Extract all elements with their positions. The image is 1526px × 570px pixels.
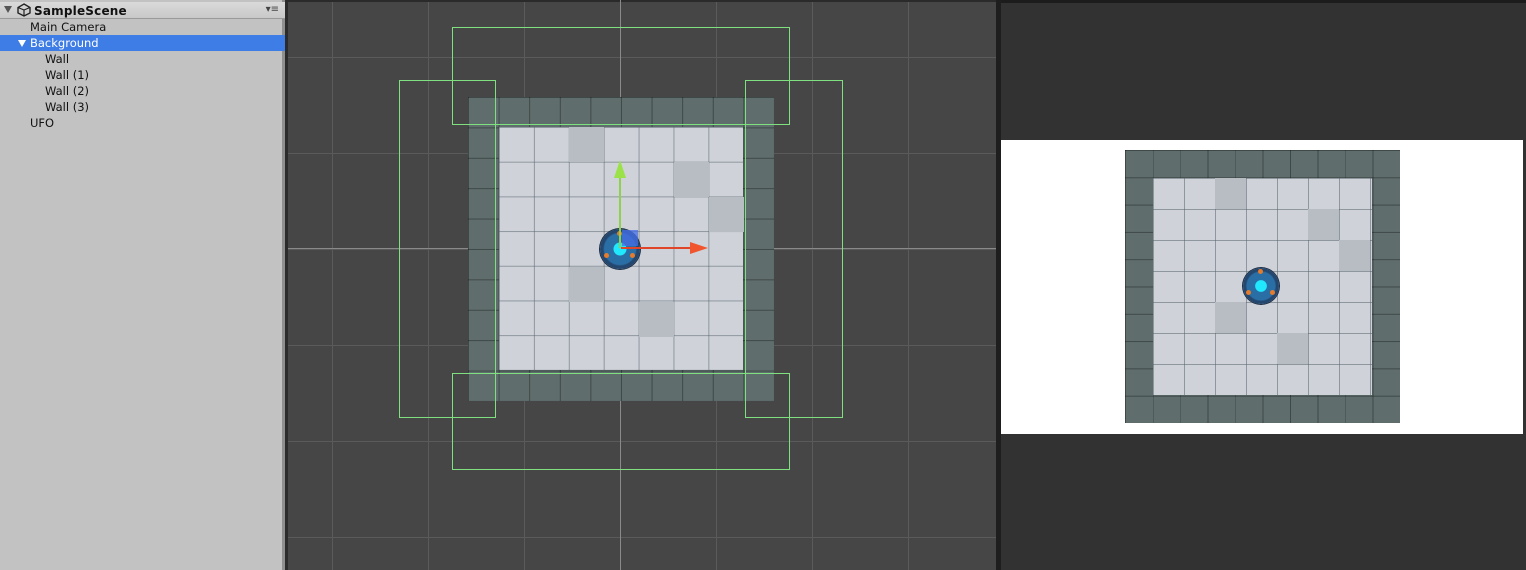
scene-foldout-arrow-icon[interactable] <box>4 6 12 13</box>
game-view <box>1001 0 1526 570</box>
move-gizmo-y-axis[interactable] <box>619 175 621 248</box>
move-gizmo-y-arrow-icon[interactable] <box>614 160 626 178</box>
foldout-expanded-icon[interactable] <box>18 40 26 47</box>
scene-toolbar-edge <box>288 0 996 2</box>
hierarchy-item-label: UFO <box>30 116 55 130</box>
hierarchy-item-ufo[interactable]: UFO <box>0 115 285 131</box>
move-gizmo-plane-handle[interactable] <box>622 230 638 246</box>
move-gizmo-x-axis[interactable] <box>621 247 691 249</box>
hierarchy-item-label: Main Camera <box>30 20 107 34</box>
hierarchy-item-wall-2[interactable]: Wall (2) <box>0 83 285 99</box>
hierarchy-item-label: Wall (3) <box>45 100 90 114</box>
hierarchy-panel: SampleScene ▾≡ Main Camera Background Wa… <box>0 0 285 570</box>
hierarchy-item-wall[interactable]: Wall <box>0 51 285 67</box>
hierarchy-item-label: Wall (2) <box>45 84 90 98</box>
hierarchy-scene-header[interactable]: SampleScene ▾≡ <box>0 2 285 19</box>
hierarchy-item-main-camera[interactable]: Main Camera <box>0 19 285 35</box>
scene-view[interactable] <box>288 0 996 570</box>
scene-name: SampleScene <box>34 4 127 18</box>
game-toolbar-edge <box>1001 0 1526 3</box>
hierarchy-item-background[interactable]: Background <box>0 35 285 51</box>
hierarchy-item-label: Wall <box>45 52 70 66</box>
hierarchy-item-label: Wall (1) <box>45 68 90 82</box>
hierarchy-item-wall-1[interactable]: Wall (1) <box>0 67 285 83</box>
move-gizmo-x-arrow-icon[interactable] <box>690 242 708 254</box>
context-menu-icon[interactable]: ▾≡ <box>266 5 279 15</box>
hierarchy-item-wall-3[interactable]: Wall (3) <box>0 99 285 115</box>
ufo-sprite-game <box>1243 268 1279 304</box>
unity-scene-icon <box>17 3 31 17</box>
hierarchy-item-label: Background <box>30 36 99 50</box>
